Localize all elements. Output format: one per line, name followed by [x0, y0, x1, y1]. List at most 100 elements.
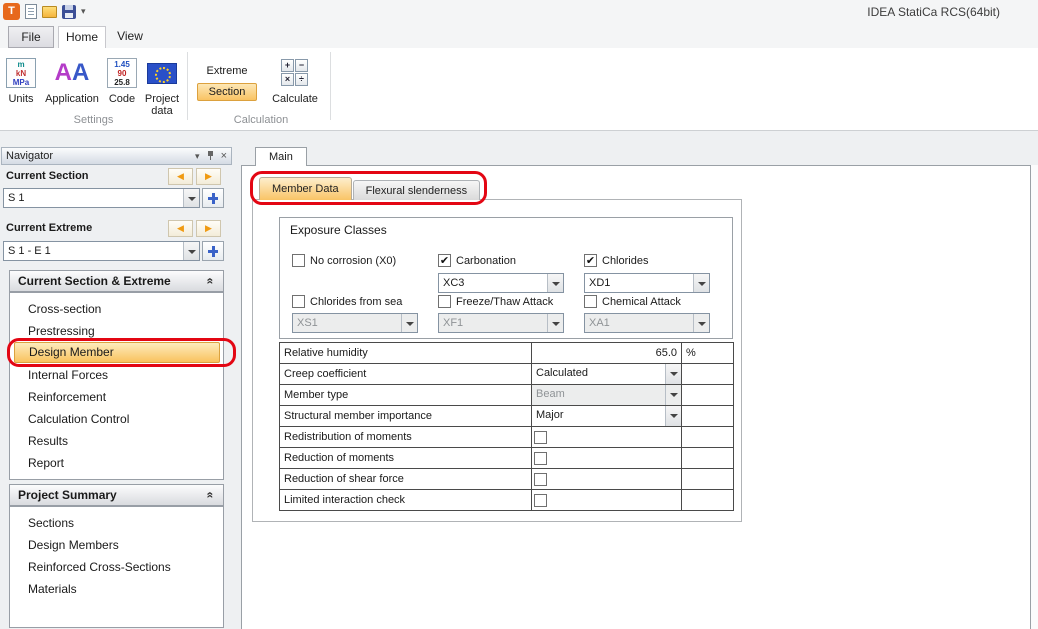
nav-item-prestressing[interactable]: Prestressing — [10, 320, 223, 342]
main-content: Member Data Flexural slenderness Exposur… — [241, 165, 1031, 629]
collapse-chevron-icon[interactable]: « — [204, 492, 218, 499]
settings-group-label: Settings — [0, 114, 187, 126]
table-row: Reduction of moments — [280, 448, 734, 469]
open-file-icon[interactable] — [42, 6, 57, 18]
tab-home[interactable]: Home — [58, 26, 106, 48]
quick-access-dropdown-icon[interactable]: ▾ — [81, 6, 86, 17]
code-button[interactable]: 1.45 90 25.8 Code — [104, 56, 140, 105]
chevron-down-icon — [693, 314, 709, 332]
titlebar: T ▾ IDEA StatiCa RCS(64bit) — [0, 0, 1038, 24]
member-properties-table: Relative humidity 65.0 % Creep coefficie… — [279, 342, 734, 511]
nav-item-reinforced-cross-sections[interactable]: Reinforced Cross-Sections — [10, 556, 223, 578]
chevron-down-icon[interactable] — [693, 274, 709, 292]
nav-item-reinforcement[interactable]: Reinforcement — [10, 386, 223, 408]
nav-item-internal-forces[interactable]: Internal Forces — [10, 364, 223, 386]
chlorides-sea-class-select: XS1 — [292, 313, 418, 333]
freeze-thaw-checkbox[interactable] — [438, 295, 451, 308]
doc-tab-main[interactable]: Main — [255, 147, 307, 166]
no-corrosion-option: No corrosion (X0) — [292, 254, 396, 267]
tab-file[interactable]: File — [8, 26, 54, 48]
table-row: Reduction of shear force — [280, 469, 734, 490]
right-edge-strip — [1031, 165, 1038, 629]
previous-extreme-button[interactable]: ◀ — [168, 220, 193, 237]
chlorides-checkbox[interactable]: ✔ — [584, 254, 597, 267]
pin-icon[interactable] — [206, 150, 215, 162]
chemical-attack-class-select: XA1 — [584, 313, 710, 333]
project-summary-group-header[interactable]: Project Summary « — [9, 484, 224, 506]
table-row: Member type Beam — [280, 385, 734, 406]
calculate-button[interactable]: + − × ÷ Calculate — [264, 56, 326, 105]
tab-view[interactable]: View — [110, 26, 150, 48]
member-data-page: Exposure Classes No corrosion (X0) ✔ Car… — [252, 199, 742, 522]
code-label: Code — [104, 93, 140, 105]
reduction-shear-checkbox[interactable] — [534, 473, 547, 486]
add-section-button[interactable] — [202, 188, 224, 208]
close-icon[interactable]: × — [221, 150, 227, 162]
collapse-chevron-icon[interactable]: « — [204, 278, 218, 285]
chlorides-option: ✔ Chlorides — [584, 254, 648, 267]
nav-item-cross-section[interactable]: Cross-section — [10, 298, 223, 320]
chlorides-sea-option: Chlorides from sea — [292, 295, 402, 308]
units-icon: m kN MPa — [6, 58, 36, 88]
freeze-thaw-option: Freeze/Thaw Attack — [438, 295, 553, 308]
window-title: IDEA StatiCa RCS(64bit) — [867, 5, 1000, 19]
ribbon-group-separator — [330, 52, 331, 120]
save-icon[interactable] — [62, 5, 76, 19]
calculation-group-label: Calculation — [190, 114, 332, 126]
section-extreme-group-header[interactable]: Current Section & Extreme « — [9, 270, 224, 292]
chevron-down-icon[interactable] — [665, 406, 681, 426]
units-button[interactable]: m kN MPa Units — [2, 56, 40, 105]
chemical-attack-checkbox[interactable] — [584, 295, 597, 308]
add-extreme-button[interactable] — [202, 241, 224, 261]
tab-member-data[interactable]: Member Data — [259, 177, 352, 200]
nav-item-materials[interactable]: Materials — [10, 578, 223, 600]
navigator-title: Navigator — [6, 150, 53, 162]
current-section-select[interactable]: S 1 — [3, 188, 200, 208]
project-data-button[interactable]: Project data — [142, 56, 182, 117]
navigator-menu-icon[interactable]: ▾ — [195, 150, 200, 162]
property-label: Structural member importance — [280, 406, 532, 427]
chevron-down-icon[interactable] — [665, 364, 681, 384]
redistribution-moments-checkbox[interactable] — [534, 431, 547, 444]
chemical-attack-option: Chemical Attack — [584, 295, 681, 308]
current-extreme-select[interactable]: S 1 - E 1 — [3, 241, 200, 261]
ribbon: m kN MPa Units A A Application 1.45 90 2… — [0, 48, 1038, 131]
next-section-button[interactable]: ▶ — [196, 168, 221, 185]
property-label: Member type — [280, 385, 532, 406]
nav-item-results[interactable]: Results — [10, 430, 223, 452]
chevron-down-icon[interactable] — [183, 242, 199, 260]
application-button[interactable]: A A Application — [42, 56, 102, 105]
previous-section-button[interactable]: ◀ — [168, 168, 193, 185]
carbonation-option: ✔ Carbonation — [438, 254, 516, 267]
nav-item-design-member[interactable]: Design Member — [14, 342, 220, 363]
application-label: Application — [42, 93, 102, 105]
new-document-icon[interactable] — [25, 4, 37, 19]
nav-item-sections[interactable]: Sections — [10, 512, 223, 534]
nav-item-design-members[interactable]: Design Members — [10, 534, 223, 556]
table-row: Structural member importance Major — [280, 406, 734, 427]
nav-item-calculation-control[interactable]: Calculation Control — [10, 408, 223, 430]
creep-coefficient-select[interactable]: Calculated — [532, 364, 681, 384]
reduction-moments-checkbox[interactable] — [534, 452, 547, 465]
next-extreme-button[interactable]: ▶ — [196, 220, 221, 237]
navigator-titlebar: Navigator ▾ × — [1, 147, 232, 165]
extreme-button[interactable]: Extreme — [196, 62, 258, 82]
carbonation-class-select[interactable]: XC3 — [438, 273, 564, 293]
chlorides-sea-checkbox[interactable] — [292, 295, 305, 308]
nav-item-report[interactable]: Report — [10, 452, 223, 474]
section-button[interactable]: Section — [197, 83, 258, 101]
tab-flexural-slenderness[interactable]: Flexural slenderness — [353, 180, 481, 200]
chevron-down-icon[interactable] — [547, 274, 563, 292]
relative-humidity-input[interactable]: 65.0 — [532, 347, 681, 359]
structural-importance-select[interactable]: Major — [532, 406, 681, 426]
chlorides-class-select[interactable]: XD1 — [584, 273, 710, 293]
limited-interaction-checkbox[interactable] — [534, 494, 547, 507]
extreme-section-toggle: Extreme Section — [196, 62, 258, 101]
chevron-down-icon[interactable] — [183, 189, 199, 207]
no-corrosion-checkbox[interactable] — [292, 254, 305, 267]
carbonation-checkbox[interactable]: ✔ — [438, 254, 451, 267]
property-label: Reduction of shear force — [280, 469, 532, 490]
app-logo-icon[interactable]: T — [3, 3, 20, 20]
member-type-select: Beam — [532, 385, 681, 405]
table-row: Redistribution of moments — [280, 427, 734, 448]
